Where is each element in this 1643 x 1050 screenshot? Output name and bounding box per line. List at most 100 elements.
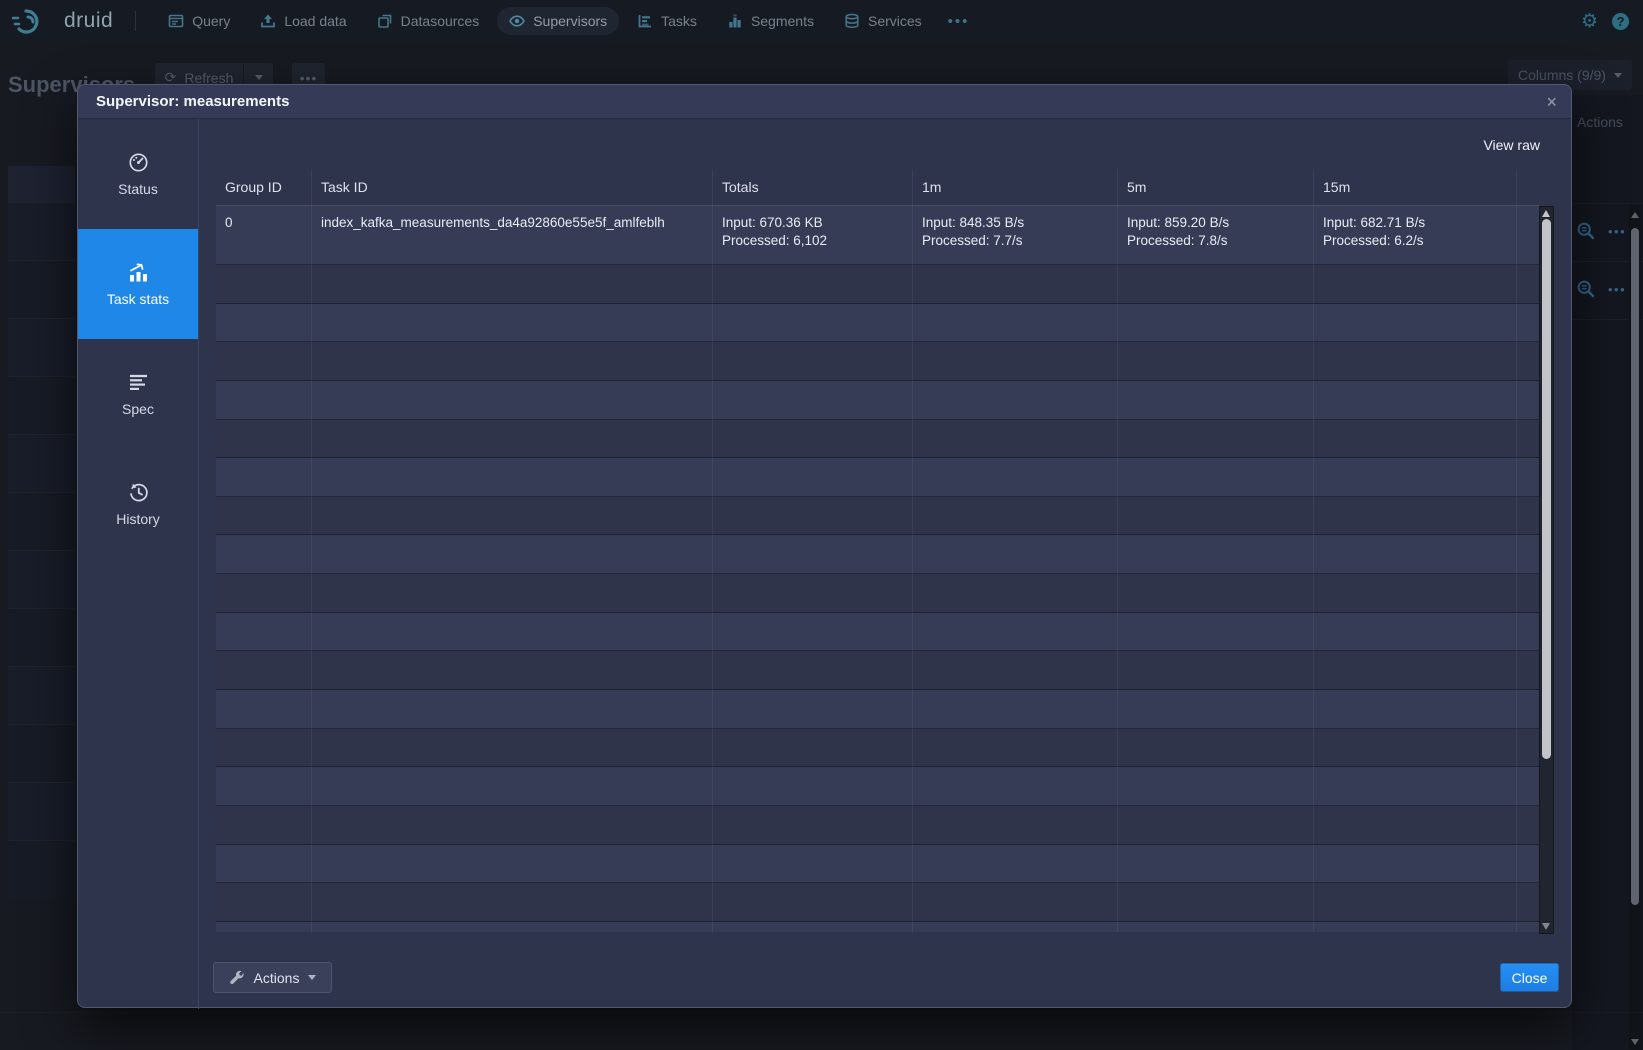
row-actions: •••: [1576, 279, 1626, 299]
column-header-totals[interactable]: Totals: [713, 169, 913, 205]
row-more-icon[interactable]: •••: [1608, 224, 1626, 239]
scrollbar-thumb[interactable]: [1631, 228, 1639, 905]
empty-cell: [1517, 729, 1539, 768]
empty-cell: [913, 767, 1118, 806]
empty-cell: [913, 265, 1118, 304]
nav-more-button[interactable]: •••: [940, 7, 978, 36]
nav-divider: [135, 11, 136, 31]
nav-item-label: Segments: [751, 13, 814, 29]
dialog-actions-button[interactable]: Actions: [213, 962, 332, 993]
row-more-icon[interactable]: •••: [1608, 282, 1626, 297]
column-header-task-id[interactable]: Task ID: [312, 169, 713, 205]
empty-cell: [1314, 497, 1517, 536]
tab-status[interactable]: Status: [78, 119, 198, 229]
task-stats-icon: [127, 261, 150, 284]
view-raw-link[interactable]: View raw: [1483, 137, 1540, 153]
empty-cell: [312, 304, 713, 343]
empty-cell: [1517, 458, 1539, 497]
empty-cell: [913, 535, 1118, 574]
empty-cell: [216, 535, 312, 574]
empty-cell: [216, 497, 312, 536]
empty-cell: [1517, 806, 1539, 845]
empty-cell: [913, 342, 1118, 381]
empty-cell: [1314, 420, 1517, 459]
chevron-down-icon: [308, 975, 316, 980]
empty-cell: [312, 729, 713, 768]
empty-cell: [913, 458, 1118, 497]
column-header-15m[interactable]: 15m: [1314, 169, 1517, 205]
column-header-1m[interactable]: 1m: [913, 169, 1118, 205]
nav-item-supervisors[interactable]: Supervisors: [497, 7, 619, 35]
druid-logo-icon: [12, 6, 56, 36]
empty-cell: [216, 381, 312, 420]
tab-history[interactable]: History: [78, 449, 198, 559]
druid-logo[interactable]: druid: [12, 6, 113, 36]
actions-label: Actions: [254, 970, 300, 986]
empty-cell: [713, 535, 913, 574]
tab-label: Status: [118, 181, 158, 197]
empty-cell: [1314, 458, 1517, 497]
table-row: [216, 883, 1539, 922]
empty-cell: [913, 729, 1118, 768]
nav-item-datasources[interactable]: Datasources: [365, 7, 492, 35]
tasks-icon: [637, 13, 653, 29]
dialog-close-button[interactable]: Close: [1500, 963, 1559, 992]
empty-cell: [312, 651, 713, 690]
tab-task-stats[interactable]: Task stats: [78, 229, 198, 339]
empty-cell: [1314, 342, 1517, 381]
nav-item-label: Supervisors: [533, 13, 607, 29]
cell-15m: Input: 682.71 B/s Processed: 6.2/s: [1314, 206, 1517, 265]
empty-cell: [1118, 613, 1314, 652]
nav-item-services[interactable]: Services: [832, 7, 934, 35]
empty-cell: [1517, 883, 1539, 922]
search-detail-icon[interactable]: [1576, 279, 1596, 299]
help-icon[interactable]: ?: [1612, 13, 1629, 30]
spec-icon: [127, 371, 150, 394]
empty-cell: [1314, 922, 1517, 932]
cell-group-id: 0: [216, 206, 312, 265]
nav-item-query[interactable]: Query: [156, 7, 242, 35]
empty-cell: [1314, 535, 1517, 574]
empty-cell: [312, 497, 713, 536]
search-detail-icon[interactable]: [1576, 221, 1596, 241]
empty-cell: [1118, 767, 1314, 806]
scrollbar-thumb[interactable]: [1542, 219, 1551, 759]
dialog-title: Supervisor: measurements: [96, 93, 289, 110]
scroll-up-icon[interactable]: [1542, 210, 1550, 217]
tab-spec[interactable]: Spec: [78, 339, 198, 449]
datasources-icon: [377, 13, 393, 29]
empty-cell: [312, 767, 713, 806]
empty-cell: [913, 613, 1118, 652]
gear-icon[interactable]: ⚙: [1581, 12, 1598, 31]
table-row: [216, 535, 1539, 574]
dialog-table-scrollbar[interactable]: [1539, 206, 1554, 934]
table-row: [216, 420, 1539, 459]
cell-1m: Input: 848.35 B/s Processed: 7.7/s: [913, 206, 1118, 265]
table-row: [216, 922, 1539, 932]
druid-console: druid Query Load data: [0, 0, 1643, 1050]
services-icon: [844, 13, 860, 29]
query-icon: [168, 13, 184, 29]
empty-cell: [1517, 922, 1539, 932]
nav-item-segments[interactable]: Segments: [715, 7, 826, 35]
empty-cell: [1517, 342, 1539, 381]
empty-cell: [1118, 574, 1314, 613]
empty-cell: [312, 381, 713, 420]
column-header-group-id[interactable]: Group ID: [216, 169, 312, 205]
nav-item-tasks[interactable]: Tasks: [625, 7, 709, 35]
empty-cell: [216, 574, 312, 613]
close-icon[interactable]: ×: [1546, 93, 1557, 111]
table-row: [216, 381, 1539, 420]
empty-cell: [1314, 304, 1517, 343]
background-table-scrollbar[interactable]: [1629, 205, 1641, 1050]
column-header-5m[interactable]: 5m: [1118, 169, 1314, 205]
nav-item-load-data[interactable]: Load data: [248, 7, 358, 35]
empty-cell: [1118, 420, 1314, 459]
cell-filler: [1517, 206, 1539, 265]
history-icon: [127, 481, 150, 504]
empty-cell: [1517, 690, 1539, 729]
scroll-up-icon: [1631, 212, 1639, 218]
scroll-down-icon[interactable]: [1542, 923, 1550, 930]
nav-item-label: Datasources: [401, 13, 480, 29]
nav-items: Query Load data Datasources: [156, 7, 977, 36]
